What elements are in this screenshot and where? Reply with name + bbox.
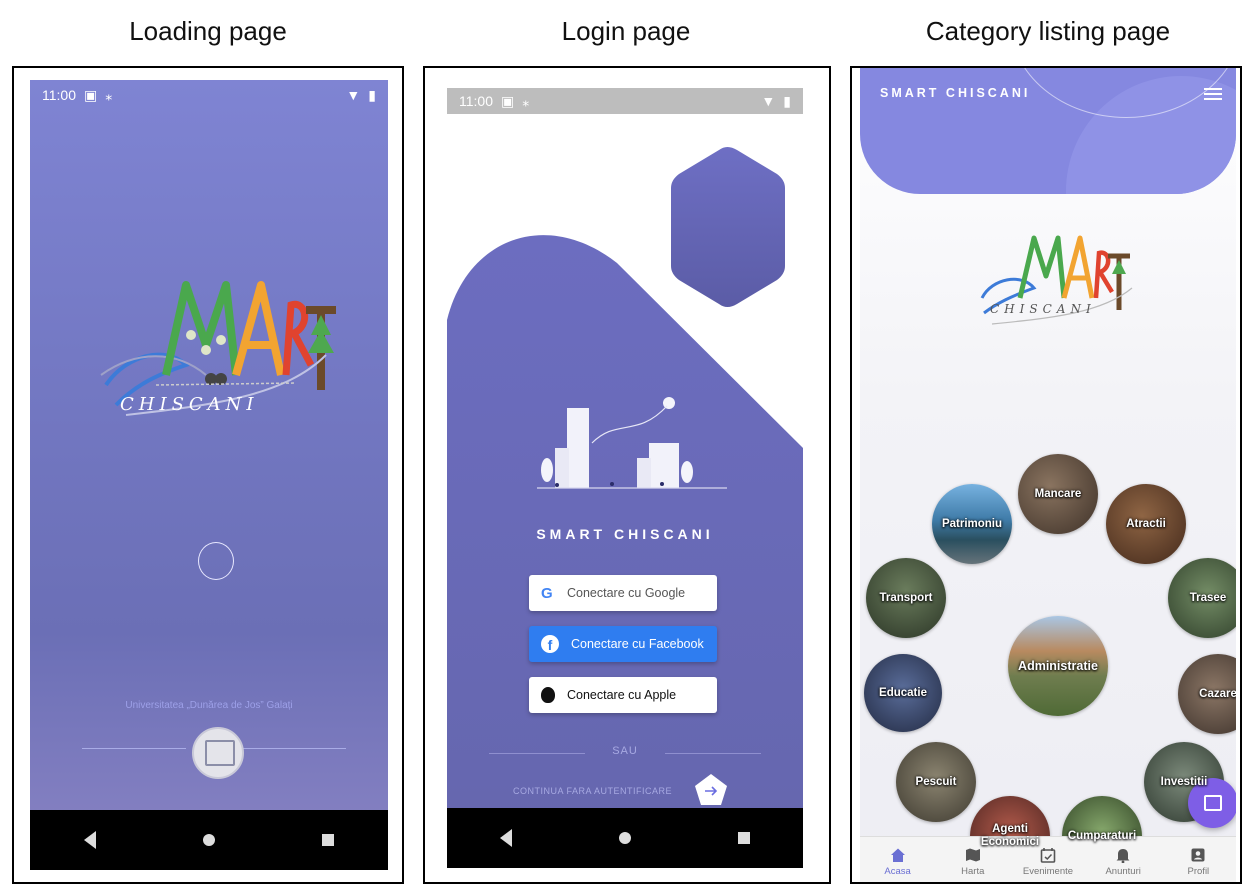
- battery-icon: ▮: [368, 86, 376, 103]
- category-cazare[interactable]: Cazare: [1178, 654, 1236, 734]
- category-label: Mancare: [1034, 487, 1082, 500]
- app-title: SMART CHISCANI: [536, 526, 714, 542]
- header: SMART CHISCANI: [860, 68, 1236, 194]
- category-transport[interactable]: Transport: [866, 558, 946, 638]
- nav-harta[interactable]: Harta: [938, 847, 1008, 877]
- category-atractii[interactable]: Atractii: [1106, 484, 1186, 564]
- facebook-login-label: Conectare cu Facebook: [571, 637, 704, 651]
- gallery-notification-icon: ▣: [84, 86, 98, 103]
- list-menu-icon[interactable]: [1204, 88, 1222, 100]
- category-pescuit[interactable]: Pescuit: [896, 742, 976, 822]
- category-label: Pescuit: [915, 775, 957, 788]
- caption-loading: Loading page: [129, 16, 287, 46]
- status-time: 11:00: [42, 87, 76, 103]
- category-label: Patrimoniu: [941, 517, 1003, 530]
- category-label: Transport: [879, 591, 933, 604]
- category-screen: SMART CHISCANI CHISCANI Mancare Atractii…: [860, 68, 1236, 882]
- category-label: Educatie: [879, 686, 927, 699]
- nav-label: Acasa: [884, 866, 911, 877]
- signal-notification-icon: ⁎: [105, 86, 113, 103]
- loading-spinner: [198, 542, 234, 580]
- apple-icon: [541, 687, 555, 703]
- nav-acasa[interactable]: Acasa: [863, 847, 933, 877]
- home-icon: [890, 848, 905, 862]
- status-bar: 11:00 ▣ ⁎ ▼ ▮: [447, 88, 803, 114]
- category-label: Cumparaturi: [1067, 829, 1137, 842]
- nav-label: Profil: [1187, 866, 1210, 877]
- wifi-icon: ▼: [346, 87, 361, 103]
- nav-evenimente[interactable]: Evenimente: [1013, 847, 1083, 877]
- caption-category: Category listing page: [925, 16, 1171, 46]
- status-time: 11:00: [459, 93, 493, 109]
- google-icon: G: [541, 584, 553, 602]
- nav-label: Anunturi: [1105, 866, 1141, 877]
- login-panel: 11:00 ▣ ⁎ ▼ ▮ SMART CHISCANI G Conectare…: [423, 66, 831, 884]
- home-icon[interactable]: [202, 834, 215, 846]
- continue-arrow-button[interactable]: [693, 772, 729, 808]
- category-panel: SMART CHISCANI CHISCANI Mancare Atractii…: [850, 66, 1242, 884]
- back-icon[interactable]: [500, 829, 513, 847]
- category-label: Investitii: [1160, 775, 1208, 788]
- bottom-navigation: Acasa Harta Evenimente Anunturi Profil: [860, 836, 1236, 882]
- header-title: SMART CHISCANI: [880, 86, 1031, 100]
- divider-right: [242, 748, 346, 749]
- facebook-login-button[interactable]: f Conectare cu Facebook: [529, 626, 717, 662]
- bell-icon: [1116, 849, 1130, 863]
- wifi-icon: ▼: [761, 93, 776, 109]
- recent-apps-icon[interactable]: [322, 834, 335, 846]
- category-label: Trasee: [1189, 591, 1227, 604]
- category-patrimoniu[interactable]: Patrimoniu: [932, 484, 1012, 564]
- logo-place-text: CHISCANI: [120, 394, 259, 415]
- calendar-check-icon: [1040, 848, 1056, 863]
- battery-icon: ▮: [783, 92, 791, 109]
- nav-label: Evenimente: [1022, 866, 1074, 877]
- category-trasee[interactable]: Trasee: [1168, 558, 1236, 638]
- category-label: Atractii: [1126, 517, 1166, 530]
- logo-place-text: CHISCANI: [990, 302, 1096, 316]
- map-icon: [965, 848, 980, 862]
- caption-login: Login page: [561, 16, 691, 46]
- apple-login-button[interactable]: Conectare cu Apple: [529, 677, 717, 713]
- continue-without-auth-link[interactable]: CONTINUA FARA AUTENTIFICARE: [513, 786, 672, 796]
- image-icon: [1204, 795, 1222, 811]
- apple-login-label: Conectare cu Apple: [567, 688, 677, 702]
- divider-left: [82, 748, 186, 749]
- university-seal-icon: [192, 727, 244, 779]
- category-label: Administratie: [1018, 658, 1098, 673]
- nav-label: Harta: [961, 866, 985, 877]
- recent-apps-icon[interactable]: [737, 832, 750, 844]
- nav-profil[interactable]: Profil: [1163, 847, 1233, 877]
- nav-anunturi[interactable]: Anunturi: [1088, 847, 1158, 877]
- google-login-button[interactable]: G Conectare cu Google: [529, 575, 717, 611]
- android-nav-bar: [30, 810, 388, 870]
- signal-notification-icon: ⁎: [522, 92, 530, 109]
- facebook-icon: f: [541, 635, 559, 653]
- city-illustration: [537, 397, 727, 489]
- back-icon[interactable]: [83, 831, 96, 849]
- or-separator: SAU: [612, 745, 638, 757]
- android-nav-bar: [447, 808, 803, 868]
- category-label: Cazare: [1199, 687, 1236, 700]
- profile-icon: [1191, 848, 1205, 862]
- loading-screen: 11:00 ▣ ⁎ ▼ ▮ CHISCANI Universitatea „Du…: [30, 80, 388, 870]
- category-label: Agenti Economici: [980, 823, 1040, 848]
- status-bar: 11:00 ▣ ⁎ ▼ ▮: [30, 80, 388, 110]
- category-administratie[interactable]: Administratie: [1008, 616, 1108, 716]
- university-name: Universitatea „Dunărea de Jos” Galați: [125, 700, 293, 711]
- category-educatie[interactable]: Educatie: [864, 654, 942, 732]
- login-screen: 11:00 ▣ ⁎ ▼ ▮ SMART CHISCANI G Conectare…: [447, 88, 803, 868]
- gallery-notification-icon: ▣: [501, 92, 515, 109]
- home-icon[interactable]: [618, 832, 631, 844]
- category-mancare[interactable]: Mancare: [1018, 454, 1098, 534]
- loading-panel: 11:00 ▣ ⁎ ▼ ▮ CHISCANI Universitatea „Du…: [12, 66, 404, 884]
- google-login-label: Conectare cu Google: [567, 586, 686, 600]
